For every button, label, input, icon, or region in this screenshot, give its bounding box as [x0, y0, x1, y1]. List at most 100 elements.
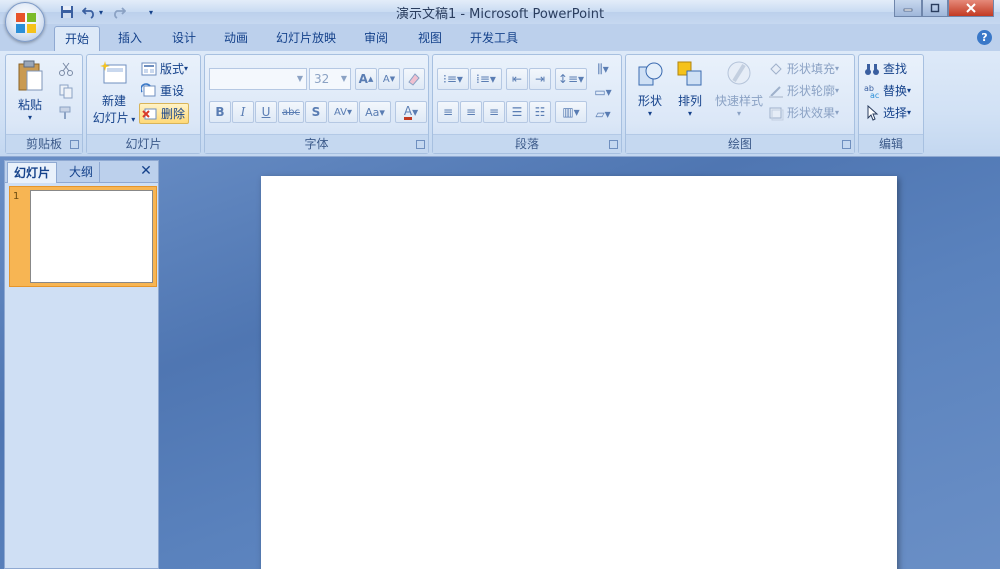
- font-size-combo[interactable]: 32 ▼: [309, 68, 351, 90]
- tab-slides-panel[interactable]: 幻灯片: [7, 162, 58, 183]
- underline-icon[interactable]: U: [255, 101, 277, 123]
- character-spacing-icon[interactable]: AV▾: [328, 101, 358, 123]
- maximize-button[interactable]: [922, 0, 948, 17]
- new-slide-dropdown-icon[interactable]: ▾: [129, 115, 135, 124]
- numbering-icon[interactable]: ⁞≡▾: [470, 68, 502, 90]
- justify-icon[interactable]: ☰: [506, 101, 528, 123]
- group-paragraph: ⁝≡▾ ⁞≡▾ ⇤ ⇥ ↕≡▾ ⫼▾ ▭▾ ▱▾ ≡ ≡ ≡ ☰ ☷ ▥▾ 段落: [432, 54, 622, 154]
- shrink-font-icon[interactable]: A ▼: [378, 68, 400, 90]
- shape-effects-button[interactable]: 形状效果 ▾: [768, 104, 839, 121]
- line-spacing-icon[interactable]: ↕≡▾: [555, 68, 587, 90]
- shape-fill-button[interactable]: 形状填充 ▾: [768, 60, 839, 77]
- tab-animations[interactable]: 动画: [214, 26, 258, 51]
- shape-outline-dropdown-icon: ▾: [835, 86, 840, 95]
- close-button[interactable]: [948, 0, 994, 17]
- bold-icon[interactable]: B: [209, 101, 231, 123]
- align-text-icon[interactable]: ▭▾: [590, 81, 616, 103]
- group-label-slides: 幻灯片: [87, 134, 200, 153]
- italic-icon[interactable]: I: [232, 101, 254, 123]
- text-direction-icon[interactable]: ⫼▾: [590, 58, 616, 80]
- shape-fill-dropdown-icon: ▾: [835, 64, 840, 73]
- minimize-icon: [903, 8, 913, 12]
- layout-button[interactable]: 版式 ▾: [141, 60, 188, 77]
- slide-thumbnail-item[interactable]: 1: [9, 186, 157, 287]
- group-label-font: 字体: [205, 134, 428, 153]
- font-launcher-icon[interactable]: [416, 140, 425, 149]
- delete-button[interactable]: 删除: [139, 103, 190, 124]
- drawing-launcher-icon[interactable]: [842, 140, 851, 149]
- shapes-button[interactable]: 形状 ▾: [632, 59, 668, 118]
- minimize-button[interactable]: [894, 0, 922, 17]
- clipboard-launcher-icon[interactable]: [70, 140, 79, 149]
- paste-icon: [18, 60, 43, 91]
- tab-view[interactable]: 视图: [408, 26, 452, 51]
- office-button[interactable]: [5, 2, 45, 42]
- pen-icon: [769, 85, 783, 98]
- grow-font-icon[interactable]: A ▲: [355, 68, 377, 90]
- tab-review[interactable]: 审阅: [354, 26, 398, 51]
- shape-outline-button[interactable]: 形状轮廓 ▾: [768, 82, 839, 99]
- delete-slide-icon: [142, 108, 157, 119]
- format-painter-icon[interactable]: [58, 105, 74, 124]
- new-slide-label-2: 幻灯片: [92, 111, 129, 125]
- distribute-icon[interactable]: ☷: [529, 101, 551, 123]
- find-button[interactable]: 查找: [864, 60, 907, 77]
- cut-icon[interactable]: [58, 61, 74, 80]
- panel-close-icon[interactable]: ✕: [138, 163, 154, 179]
- font-color-icon[interactable]: A ▾: [395, 101, 427, 123]
- copy-icon[interactable]: [58, 83, 74, 102]
- tab-insert[interactable]: 插入: [108, 26, 152, 51]
- tab-outline-panel[interactable]: 大纲: [63, 162, 101, 183]
- align-right-icon[interactable]: ≡: [483, 101, 505, 123]
- layout-label: 版式: [160, 62, 185, 76]
- close-icon: [966, 3, 976, 13]
- shapes-icon: [638, 62, 663, 86]
- ribbon: 粘贴 ▾ 剪贴板 新建 幻灯片 ▾ 版式 ▾ 重设 删除 幻灯片 ▼ 32 ▼ …: [0, 51, 1000, 157]
- align-left-icon[interactable]: ≡: [437, 101, 459, 123]
- decrease-indent-icon[interactable]: ⇤: [506, 68, 528, 90]
- font-name-combo[interactable]: ▼: [209, 68, 307, 90]
- font-size-dropdown-icon: ▼: [340, 74, 347, 83]
- reset-label: 重设: [160, 84, 185, 98]
- quick-styles-icon: [727, 61, 751, 85]
- paragraph-launcher-icon[interactable]: [609, 140, 618, 149]
- text-shadow-icon[interactable]: S: [305, 101, 327, 123]
- paint-bucket-icon: [770, 62, 782, 75]
- group-clipboard: 粘贴 ▾ 剪贴板: [5, 54, 83, 154]
- shape-effects-label: 形状效果: [787, 106, 836, 120]
- align-center-icon[interactable]: ≡: [460, 101, 482, 123]
- slide-canvas[interactable]: [261, 176, 897, 569]
- tab-home[interactable]: 开始: [54, 26, 100, 51]
- paste-button[interactable]: 粘贴 ▾: [12, 59, 48, 122]
- smartart-icon[interactable]: ▱▾: [590, 103, 616, 125]
- shape-effects-icon: [769, 107, 784, 120]
- columns-icon[interactable]: ▥▾: [555, 101, 587, 123]
- arrange-dropdown-icon: ▾: [687, 109, 692, 118]
- new-slide-button[interactable]: 新建 幻灯片 ▾: [89, 59, 139, 126]
- change-case-icon[interactable]: Aa▾: [359, 101, 391, 123]
- shape-fill-label: 形状填充: [787, 62, 836, 76]
- increase-indent-icon[interactable]: ⇥: [529, 68, 551, 90]
- help-icon[interactable]: ?: [977, 30, 992, 45]
- select-button[interactable]: 选择 ▾: [864, 104, 911, 121]
- new-slide-icon: [100, 61, 127, 84]
- tab-developer[interactable]: 开发工具: [462, 26, 526, 51]
- clear-formatting-icon[interactable]: [403, 68, 425, 90]
- reset-button[interactable]: 重设: [141, 82, 184, 99]
- tab-slideshow[interactable]: 幻灯片放映: [268, 26, 344, 51]
- replace-button[interactable]: ab ac 替换 ▾: [864, 82, 911, 99]
- title-bar: ▾ ▾ 演示文稿1 - Microsoft PowerPoint: [0, 0, 1000, 24]
- window-title: 演示文稿1 - Microsoft PowerPoint: [395, 7, 605, 22]
- group-label-editing: 编辑: [859, 134, 923, 153]
- strikethrough-icon[interactable]: abc: [278, 101, 304, 123]
- paste-dropdown-icon[interactable]: ▾: [12, 113, 48, 122]
- quick-styles-button[interactable]: 快速样式 ▾: [712, 59, 766, 118]
- layout-icon: [141, 62, 157, 75]
- arrange-button[interactable]: 排列 ▾: [672, 59, 708, 118]
- delete-label: 删除: [161, 107, 186, 121]
- slide-thumbnail[interactable]: [30, 190, 153, 283]
- panel-tab-row: 幻灯片 大纲 ✕: [5, 161, 158, 183]
- tab-design[interactable]: 设计: [162, 26, 206, 51]
- shapes-label: 形状: [637, 94, 662, 108]
- bullets-icon[interactable]: ⁝≡▾: [437, 68, 469, 90]
